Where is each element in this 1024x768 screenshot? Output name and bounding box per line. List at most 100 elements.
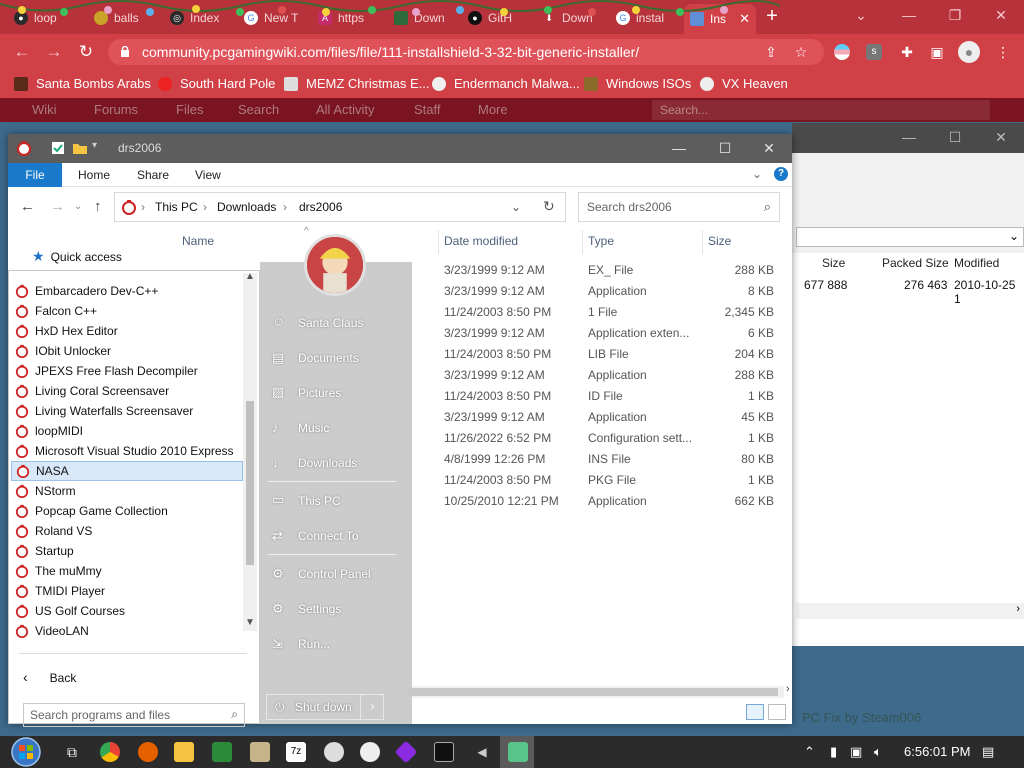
maximize-button[interactable]: ☐ bbox=[702, 134, 748, 163]
breadcrumb-item[interactable]: drs2006 bbox=[299, 200, 342, 214]
column-header[interactable]: Modified bbox=[954, 256, 999, 270]
tab-file[interactable]: File bbox=[8, 163, 62, 187]
bookmark-item[interactable]: Santa Bombs Arabs bbox=[14, 76, 151, 91]
chevron-right-icon[interactable]: › bbox=[786, 683, 790, 695]
browser-tab[interactable]: Down bbox=[388, 6, 462, 30]
chevron-down-icon[interactable]: ▾ bbox=[92, 140, 97, 151]
close-tab-icon[interactable]: ✕ bbox=[739, 11, 750, 27]
browser-tab[interactable]: ◎ Index bbox=[164, 6, 238, 30]
command-prompt-icon[interactable] bbox=[434, 742, 454, 762]
start-link-this-pc[interactable]: This PC bbox=[298, 494, 341, 508]
column-header-size[interactable]: Size bbox=[708, 234, 731, 248]
vertical-scrollbar[interactable]: ▲ ▼ bbox=[243, 271, 257, 631]
breadcrumb[interactable]: › This PC › Downloads › drs2006 ⌄ ↻ bbox=[114, 192, 566, 222]
search-input[interactable]: Search drs2006 ⌕ bbox=[578, 192, 780, 222]
extensions-puzzle-icon[interactable]: ✚ bbox=[898, 43, 916, 61]
taskbar-app-icon[interactable] bbox=[250, 742, 270, 762]
browser-tab[interactable]: Ginstal bbox=[610, 6, 684, 30]
chevron-up-icon[interactable]: ⌃ bbox=[804, 744, 815, 760]
horizontal-scrollbar[interactable]: › bbox=[796, 603, 1024, 619]
column-header[interactable]: Packed Size bbox=[882, 256, 949, 270]
horizontal-scrollbar[interactable]: › bbox=[408, 683, 790, 698]
speaker-app-icon[interactable]: ◀ bbox=[472, 742, 492, 762]
program-item[interactable]: Living Waterfalls Screensaver bbox=[11, 401, 243, 421]
browser-tab[interactable]: Ahttps bbox=[312, 6, 386, 30]
column-separator[interactable] bbox=[702, 230, 703, 254]
extension-s-icon[interactable]: s bbox=[866, 44, 882, 60]
breadcrumb-item[interactable]: Downloads bbox=[217, 200, 276, 214]
minimize-button[interactable]: — bbox=[886, 0, 932, 30]
share-icon[interactable]: ⇪ bbox=[762, 43, 780, 61]
program-item[interactable]: Microsoft Visual Studio 2010 Express bbox=[11, 441, 243, 461]
start-button[interactable] bbox=[6, 736, 46, 768]
profile-avatar-icon[interactable]: ● bbox=[958, 41, 980, 63]
tab-share[interactable]: Share bbox=[137, 163, 169, 187]
scroll-up-icon[interactable]: ▲ bbox=[245, 271, 255, 282]
bookmark-item[interactable]: Endermanch Malwa... bbox=[432, 76, 580, 91]
back-button[interactable]: ‹ Back bbox=[23, 669, 76, 685]
program-item[interactable]: NASA bbox=[11, 461, 243, 481]
clock[interactable]: 6:56:01 PM bbox=[904, 744, 971, 759]
program-item[interactable]: Popcap Game Collection bbox=[11, 501, 243, 521]
bookmark-item[interactable]: MEMZ Christmas E... bbox=[284, 76, 430, 91]
program-item[interactable]: IObit Unlocker bbox=[11, 341, 243, 361]
bookmark-star-icon[interactable]: ☆ bbox=[792, 43, 810, 61]
file-explorer-icon[interactable] bbox=[174, 742, 194, 762]
start-link-pictures[interactable]: Pictures bbox=[298, 386, 341, 400]
chevron-right-icon[interactable]: › bbox=[1016, 603, 1020, 615]
taskbar-app-icon[interactable] bbox=[360, 742, 380, 762]
taskbar-app-icon[interactable] bbox=[212, 742, 232, 762]
site-nav-link[interactable]: Search bbox=[238, 102, 279, 117]
firefox-icon[interactable] bbox=[138, 742, 158, 762]
column-header-type[interactable]: Type bbox=[588, 234, 614, 248]
chevron-right-icon[interactable]: › bbox=[141, 200, 145, 214]
browser-tab[interactable]: ● GitH bbox=[462, 6, 536, 30]
program-item[interactable]: Roland VS bbox=[11, 521, 243, 541]
column-separator[interactable] bbox=[438, 230, 439, 254]
forward-arrow-icon[interactable]: → bbox=[50, 198, 65, 215]
chevron-down-icon[interactable]: ⌄ bbox=[511, 200, 521, 214]
start-link-control-panel[interactable]: Control Panel bbox=[298, 567, 371, 581]
archive-path-combo[interactable]: ⌄ bbox=[796, 227, 1024, 247]
program-item[interactable]: loopMIDI bbox=[11, 421, 243, 441]
menu-kebab-icon[interactable]: ⋮ bbox=[994, 43, 1012, 61]
taskbar-app-icon[interactable] bbox=[394, 740, 418, 764]
maximize-button[interactable]: ☐ bbox=[940, 129, 970, 146]
start-search-input[interactable]: Search programs and files ⌕ bbox=[23, 703, 245, 727]
side-panel-icon[interactable]: ▣ bbox=[928, 43, 946, 61]
minimize-button[interactable]: — bbox=[656, 134, 702, 163]
scrollbar-thumb[interactable] bbox=[408, 688, 778, 696]
restore-button[interactable]: ❐ bbox=[932, 0, 978, 30]
back-arrow-icon[interactable]: ← bbox=[20, 198, 35, 215]
up-arrow-icon[interactable]: ↑ bbox=[94, 198, 102, 215]
program-item[interactable]: JPEXS Free Flash Decompiler bbox=[11, 361, 243, 381]
program-item[interactable]: Falcon C++ bbox=[11, 301, 243, 321]
notification-icon[interactable]: ▤ bbox=[982, 744, 994, 760]
site-nav-link[interactable]: All Activity bbox=[316, 102, 375, 117]
start-link-user[interactable]: Santa Claus bbox=[298, 316, 363, 330]
shutdown-options-button[interactable]: › bbox=[360, 694, 384, 720]
close-window-button[interactable]: ✕ bbox=[978, 0, 1024, 30]
site-search-input[interactable]: Search... bbox=[652, 100, 990, 120]
bookmark-item[interactable]: Windows ISOs bbox=[584, 76, 691, 91]
program-item[interactable]: NStorm bbox=[11, 481, 243, 501]
program-item[interactable]: HxD Hex Editor bbox=[11, 321, 243, 341]
help-icon[interactable]: ? bbox=[774, 167, 788, 181]
network-icon[interactable]: ▣ bbox=[850, 744, 862, 760]
start-link-documents[interactable]: Documents bbox=[298, 351, 359, 365]
site-nav-link[interactable]: More bbox=[478, 102, 508, 117]
back-arrow-icon[interactable]: ← bbox=[10, 40, 34, 64]
breadcrumb-item[interactable]: This PC bbox=[155, 200, 198, 214]
user-avatar[interactable] bbox=[304, 234, 366, 296]
site-nav-link[interactable]: Wiki bbox=[32, 102, 57, 117]
program-item[interactable]: TMIDI Player bbox=[11, 581, 243, 601]
taskbar-app-icon[interactable] bbox=[324, 742, 344, 762]
new-tab-button[interactable]: + bbox=[760, 6, 784, 28]
extension-flag-icon[interactable] bbox=[834, 44, 850, 60]
browser-tab[interactable]: ⬇ Down bbox=[536, 6, 610, 30]
close-button[interactable]: ✕ bbox=[986, 129, 1016, 146]
reload-icon[interactable]: ↻ bbox=[74, 40, 98, 64]
start-link-downloads[interactable]: Downloads bbox=[298, 456, 357, 470]
scrollbar-thumb[interactable] bbox=[246, 401, 254, 565]
bookmark-item[interactable]: South Hard Pole bbox=[158, 76, 275, 91]
